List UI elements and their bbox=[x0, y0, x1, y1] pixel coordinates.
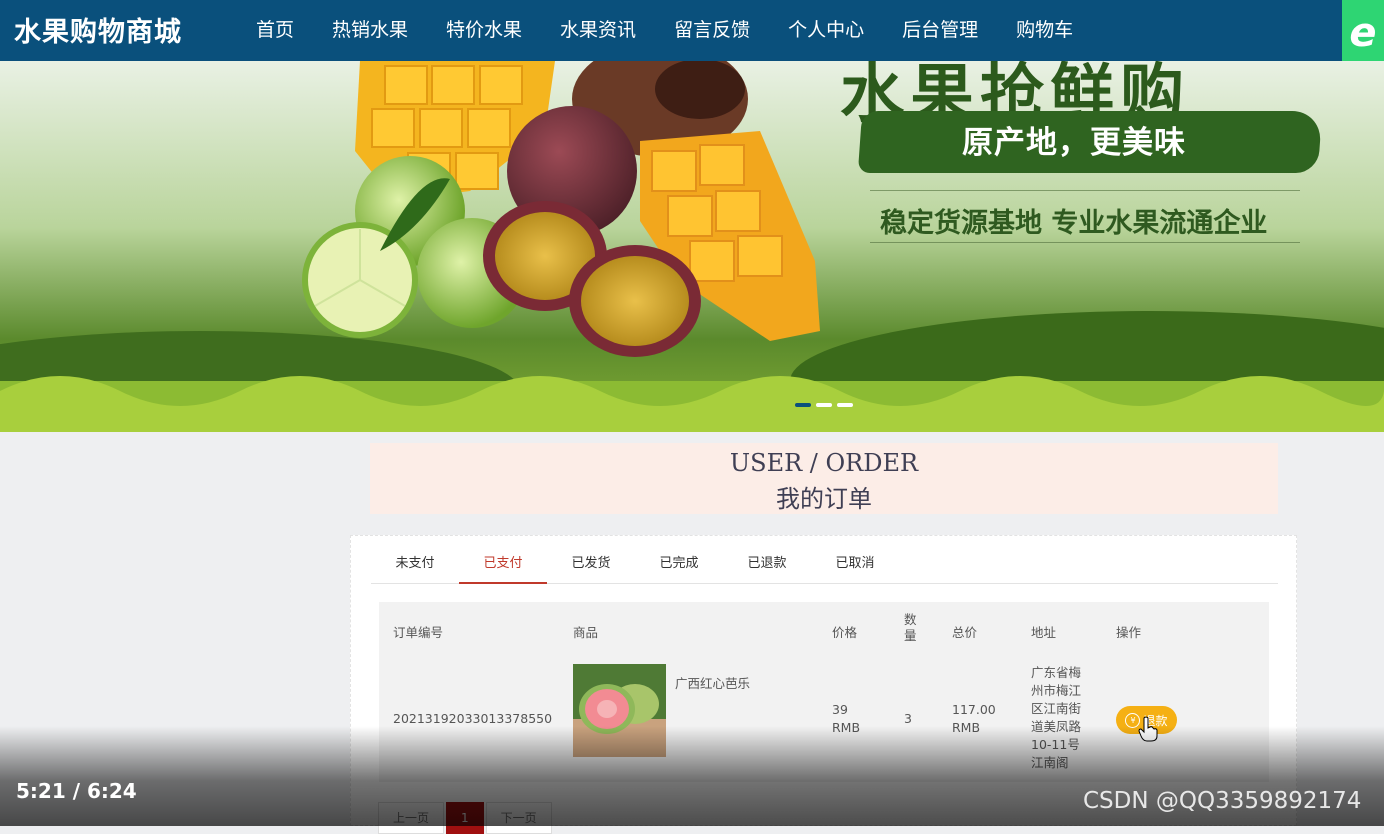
tab-unpaid[interactable]: 未支付 bbox=[371, 536, 459, 582]
order-number: 20213192033013378550 bbox=[393, 711, 553, 726]
prev-page-button[interactable]: 上一页 bbox=[378, 802, 445, 834]
nav-item-feedback[interactable]: 留言反馈 bbox=[674, 15, 750, 42]
section-header: USER / ORDER 我的订单 bbox=[370, 443, 1278, 514]
nav-item-fruit-news[interactable]: 水果资讯 bbox=[560, 15, 636, 42]
quantity: 3 bbox=[904, 711, 912, 726]
order-panel: 未支付 已支付 已发货 已完成 已退款 已取消 订单编号 商品 价格 数量 总价… bbox=[350, 535, 1297, 826]
nav-item-admin[interactable]: 后台管理 bbox=[902, 15, 978, 42]
tab-shipped[interactable]: 已发货 bbox=[547, 536, 635, 582]
next-page-button[interactable]: 下一页 bbox=[485, 802, 552, 834]
page-1-button[interactable]: 1 bbox=[446, 802, 484, 834]
tab-completed[interactable]: 已完成 bbox=[635, 536, 723, 582]
nav-item-home[interactable]: 首页 bbox=[256, 15, 294, 42]
product-name[interactable]: 广西红心芭乐 bbox=[675, 675, 750, 693]
section-title-en: USER / ORDER bbox=[729, 449, 919, 477]
carousel-dot[interactable] bbox=[795, 403, 811, 407]
banner-divider bbox=[870, 242, 1300, 243]
product-thumbnail[interactable] bbox=[573, 664, 666, 757]
hero-banner: 水果抢鲜购 原产地，更美味 稳定货源基地 专业水果流通企业 bbox=[0, 61, 1384, 432]
nav-menu: 首页 热销水果 特价水果 水果资讯 留言反馈 个人中心 后台管理 购物车 bbox=[256, 15, 1111, 42]
carousel-indicators bbox=[795, 403, 858, 407]
banner-divider bbox=[870, 190, 1300, 191]
nav-item-cart[interactable]: 购物车 bbox=[1016, 15, 1073, 42]
col-header-address: 地址 bbox=[1031, 625, 1057, 640]
col-header-price: 价格 bbox=[832, 625, 858, 640]
col-header-total: 总价 bbox=[952, 625, 978, 640]
total-price: 117.00 RMB bbox=[952, 702, 996, 735]
nav-item-user-center[interactable]: 个人中心 bbox=[788, 15, 864, 42]
tab-cancelled[interactable]: 已取消 bbox=[811, 536, 899, 582]
nav-item-special-fruit[interactable]: 特价水果 bbox=[446, 15, 522, 42]
video-timestamp: 5:21 / 6:24 bbox=[16, 779, 137, 803]
nav-item-hot-fruit[interactable]: 热销水果 bbox=[332, 15, 408, 42]
tab-refunded[interactable]: 已退款 bbox=[723, 536, 811, 582]
carousel-dot[interactable] bbox=[837, 403, 853, 407]
hand-cursor-icon bbox=[1138, 716, 1158, 742]
site-brand[interactable]: 水果购物商城 bbox=[14, 10, 182, 49]
unit-price: 39 RMB bbox=[832, 702, 861, 735]
col-header-order-no: 订单编号 bbox=[393, 625, 444, 640]
col-header-product: 商品 bbox=[573, 625, 599, 640]
banner-tagline: 稳定货源基地 专业水果流通企业 bbox=[880, 208, 1268, 239]
col-header-action: 操作 bbox=[1116, 625, 1142, 640]
pagination: 上一页 1 下一页 bbox=[378, 802, 554, 834]
banner-subtitle: 原产地，更美味 bbox=[962, 125, 1186, 161]
csdn-watermark: CSDN @QQ3359892174 bbox=[1083, 788, 1362, 814]
tab-paid[interactable]: 已支付 bbox=[459, 536, 547, 584]
carousel-dot[interactable] bbox=[816, 403, 832, 407]
section-title-cn: 我的订单 bbox=[776, 485, 872, 513]
browser-e-icon[interactable]: e bbox=[1342, 0, 1384, 66]
top-nav: 水果购物商城 首页 热销水果 特价水果 水果资讯 留言反馈 个人中心 后台管理 … bbox=[0, 0, 1384, 61]
shipping-address: 广东省梅州市梅江区江南街道美凤路10-11号江南阁 bbox=[1031, 665, 1082, 770]
orders-table: 订单编号 商品 价格 数量 总价 地址 操作 20213192033013378… bbox=[379, 602, 1269, 782]
col-header-qty: 数量 bbox=[904, 612, 917, 643]
order-status-tabs: 未支付 已支付 已发货 已完成 已退款 已取消 bbox=[371, 536, 1278, 584]
